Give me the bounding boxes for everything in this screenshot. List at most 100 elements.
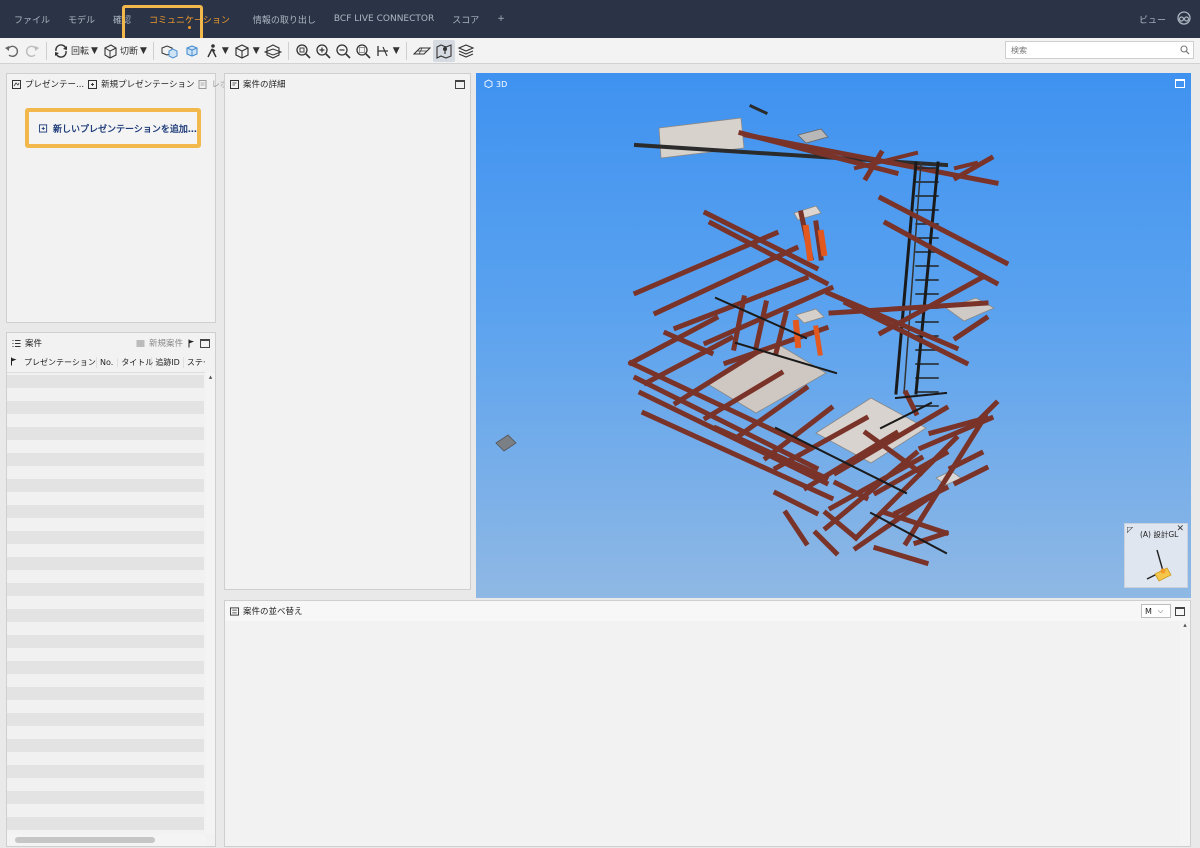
list-item[interactable] bbox=[7, 726, 204, 739]
layers-button[interactable] bbox=[455, 40, 477, 62]
presentations-tab[interactable]: プレゼンテー... bbox=[25, 78, 84, 90]
issues-vertical-scrollbar[interactable]: ▴ bbox=[206, 373, 215, 834]
flag-icon[interactable] bbox=[187, 339, 196, 348]
menu-information-takeoff[interactable]: 情報の取り出し bbox=[239, 0, 325, 38]
steel-beam[interactable] bbox=[627, 314, 720, 367]
list-item[interactable] bbox=[7, 401, 204, 414]
isolate-button[interactable] bbox=[182, 40, 202, 62]
list-item[interactable] bbox=[7, 388, 204, 401]
list-item[interactable] bbox=[7, 622, 204, 635]
maximize-panel-icon[interactable] bbox=[1175, 606, 1185, 616]
list-item[interactable] bbox=[7, 466, 204, 479]
walk-dropdown-icon[interactable]: ▼ bbox=[222, 46, 229, 56]
navigation-cube[interactable]: ◸ ✕ (A) 設計GL bbox=[1124, 523, 1188, 588]
list-item[interactable] bbox=[7, 531, 204, 544]
list-item[interactable] bbox=[7, 765, 204, 778]
list-item[interactable] bbox=[7, 817, 204, 830]
issues-horizontal-scrollbar[interactable] bbox=[7, 834, 206, 846]
redo-button[interactable] bbox=[22, 40, 42, 62]
list-item[interactable] bbox=[7, 375, 204, 388]
undo-button[interactable] bbox=[2, 40, 22, 62]
list-item[interactable] bbox=[7, 661, 204, 674]
new-issue-button[interactable]: 新規案件 bbox=[149, 337, 183, 349]
slab-element[interactable] bbox=[795, 308, 825, 324]
list-item[interactable] bbox=[7, 713, 204, 726]
list-item[interactable] bbox=[7, 700, 204, 713]
scroll-up-icon[interactable]: ▴ bbox=[206, 373, 215, 381]
column-title[interactable]: タイトル bbox=[118, 357, 153, 368]
list-item[interactable] bbox=[7, 778, 204, 791]
section-dropdown-icon[interactable]: ▼ bbox=[140, 46, 147, 56]
steel-beam[interactable] bbox=[749, 104, 768, 115]
map-button[interactable] bbox=[432, 39, 455, 62]
section-plane-button[interactable] bbox=[262, 40, 284, 62]
column-status[interactable]: ステー bbox=[184, 357, 205, 368]
add-presentation-button[interactable]: 新しいプレゼンテーションを追加… bbox=[25, 108, 201, 148]
menu-score[interactable]: スコア bbox=[443, 0, 488, 38]
scroll-thumb[interactable] bbox=[15, 837, 155, 843]
list-item[interactable] bbox=[7, 557, 204, 570]
column-number[interactable]: No. bbox=[97, 358, 119, 367]
list-item[interactable] bbox=[7, 648, 204, 661]
menu-bcf-live-connector[interactable]: BCF LIVE CONNECTOR bbox=[325, 0, 443, 38]
slab-element[interactable] bbox=[495, 434, 517, 452]
zoom-fit-button[interactable] bbox=[293, 40, 313, 62]
list-item[interactable] bbox=[7, 440, 204, 453]
list-item[interactable] bbox=[7, 596, 204, 609]
steel-beam[interactable] bbox=[632, 229, 780, 297]
walk-button[interactable]: ▼ bbox=[202, 40, 231, 62]
zoom-window-button[interactable] bbox=[353, 40, 373, 62]
steel-beam[interactable] bbox=[772, 489, 820, 517]
maximize-panel-icon[interactable] bbox=[455, 79, 465, 89]
slab-element[interactable] bbox=[705, 342, 827, 414]
list-item[interactable] bbox=[7, 427, 204, 440]
view-cube-dropdown-icon[interactable]: ▼ bbox=[253, 46, 260, 56]
steel-beam[interactable] bbox=[894, 391, 948, 400]
steel-structure-model[interactable] bbox=[476, 73, 1191, 598]
list-item[interactable] bbox=[7, 479, 204, 492]
section-button[interactable]: 切断 ▼ bbox=[100, 40, 149, 62]
list-item[interactable] bbox=[7, 687, 204, 700]
view-menu[interactable]: ビュー bbox=[1139, 13, 1166, 26]
steel-beam[interactable] bbox=[802, 224, 814, 262]
maximize-panel-icon[interactable] bbox=[200, 338, 210, 348]
add-tab-button[interactable]: + bbox=[488, 0, 514, 38]
list-item[interactable] bbox=[7, 752, 204, 765]
measure-dropdown-icon[interactable]: ▼ bbox=[393, 46, 400, 56]
list-item[interactable] bbox=[7, 492, 204, 505]
sort-panel-scrollbar[interactable]: ▴ bbox=[1180, 621, 1190, 846]
list-item[interactable] bbox=[7, 453, 204, 466]
steel-beam[interactable] bbox=[914, 161, 940, 395]
select-objects-button[interactable] bbox=[158, 40, 182, 62]
list-item[interactable] bbox=[7, 518, 204, 531]
menu-review[interactable]: 確認 bbox=[104, 0, 140, 38]
steel-beam[interactable] bbox=[912, 529, 950, 547]
sort-size-select[interactable]: M ⌵ bbox=[1141, 604, 1171, 618]
plan-view-button[interactable] bbox=[411, 40, 433, 62]
list-item[interactable] bbox=[7, 635, 204, 648]
list-item[interactable] bbox=[7, 609, 204, 622]
app-logo-icon[interactable] bbox=[1176, 10, 1192, 28]
menu-file[interactable]: ファイル bbox=[0, 0, 59, 38]
steel-beam[interactable] bbox=[977, 399, 1000, 422]
flag-column-icon[interactable] bbox=[7, 357, 21, 368]
rotate-button[interactable]: 回転 ▼ bbox=[51, 40, 100, 62]
search-icon[interactable] bbox=[1177, 45, 1193, 55]
slab-element[interactable] bbox=[797, 128, 829, 144]
steel-beam[interactable] bbox=[872, 544, 930, 567]
column-tracking-id[interactable]: 追跡ID bbox=[152, 357, 184, 368]
list-item[interactable] bbox=[7, 570, 204, 583]
list-item[interactable] bbox=[7, 791, 204, 804]
expand-icon[interactable]: ◸ bbox=[1127, 525, 1133, 534]
steel-beam[interactable] bbox=[817, 229, 828, 257]
list-item[interactable] bbox=[7, 804, 204, 817]
steel-beam[interactable] bbox=[782, 509, 810, 547]
menu-communication[interactable]: コミュニケーション bbox=[140, 0, 239, 38]
list-item[interactable] bbox=[7, 674, 204, 687]
rotate-dropdown-icon[interactable]: ▼ bbox=[91, 46, 98, 56]
slab-element[interactable] bbox=[793, 205, 822, 221]
steel-beam[interactable] bbox=[952, 314, 990, 342]
list-item[interactable] bbox=[7, 739, 204, 752]
list-item[interactable] bbox=[7, 505, 204, 518]
list-item[interactable] bbox=[7, 583, 204, 596]
